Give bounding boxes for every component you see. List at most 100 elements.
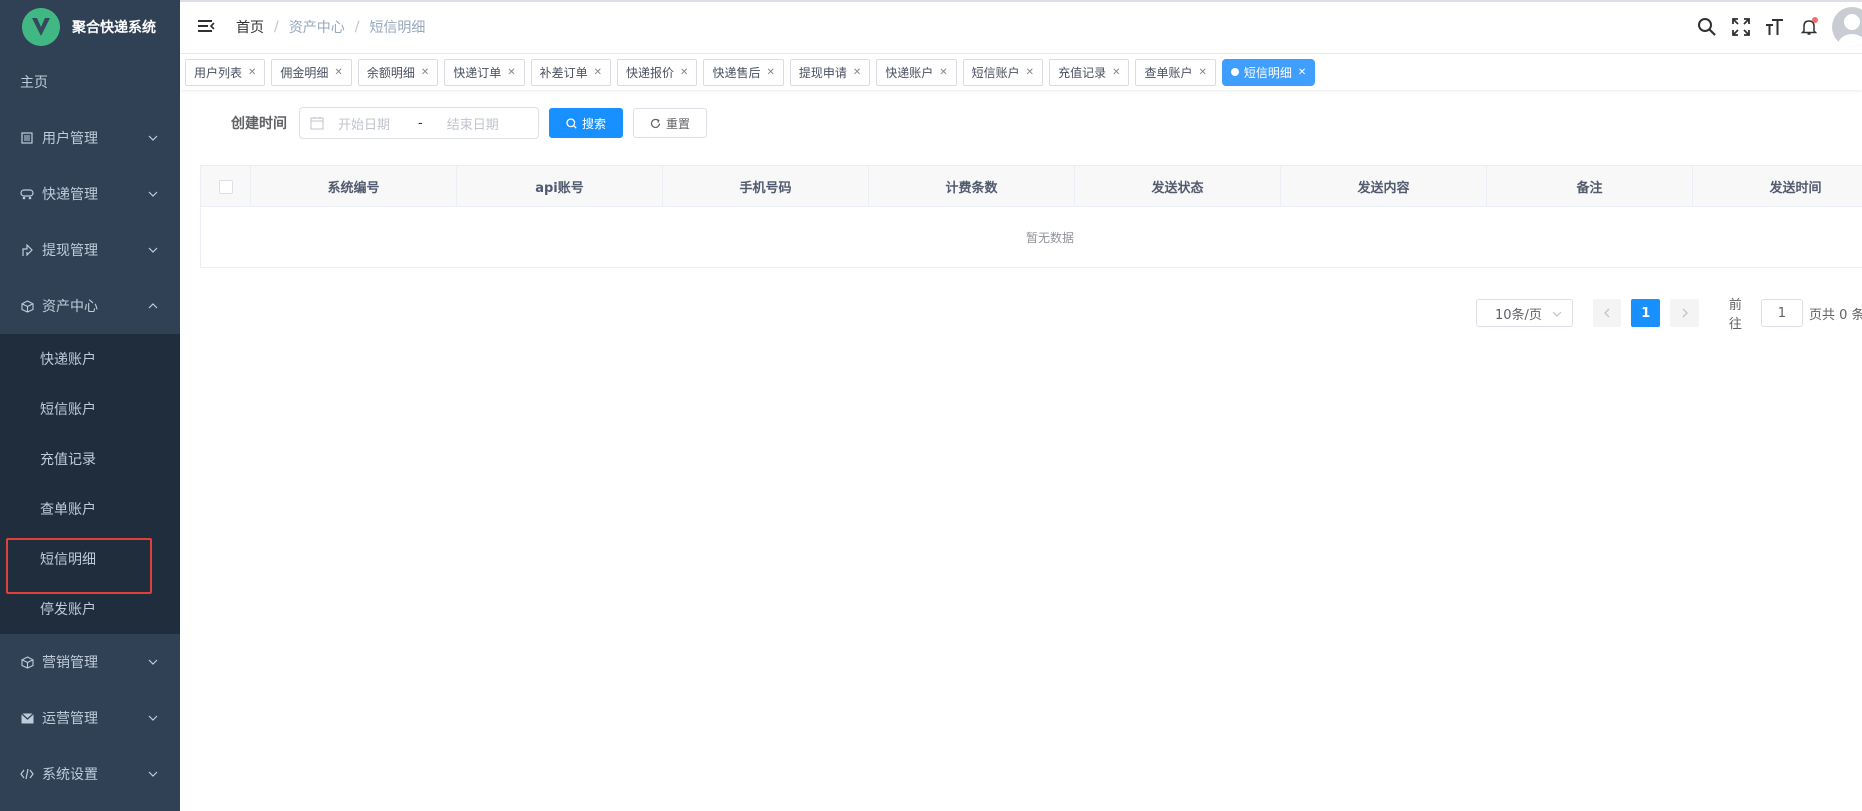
close-icon[interactable]: ✕ (939, 67, 947, 78)
tag-query-account[interactable]: 查单账户 ✕ (1135, 58, 1216, 86)
column-header: 发送内容 (1281, 166, 1487, 207)
tag-balance-detail[interactable]: 余额明细 ✕ (357, 58, 439, 86)
tag-express-aftersale[interactable]: 快递售后 ✕ (703, 58, 784, 86)
range-separator: - (418, 115, 423, 131)
tag-withdraw-apply[interactable]: 提现申请 ✕ (789, 58, 871, 86)
avatar[interactable] (1832, 7, 1862, 47)
empty-text: 暂无数据 (1025, 230, 1074, 245)
chevron-down-icon (1552, 311, 1562, 317)
chevron-down-icon (148, 771, 158, 777)
logo[interactable]: 聚合快递系统 (0, 0, 180, 54)
breadcrumb-home[interactable]: 首页 (236, 17, 264, 37)
sidebar-item-suspended-account[interactable]: 停发账户 (0, 584, 180, 634)
sidebar-item-recharge-record[interactable]: 充值记录 (0, 434, 180, 484)
tag-label: 短信账户 (971, 65, 1020, 80)
next-page-button[interactable] (1670, 299, 1699, 327)
header-actions (1696, 0, 1862, 54)
sidebar-item-marketing[interactable]: 营销管理 (0, 634, 180, 690)
tag-express-quote[interactable]: 快递报价 ✕ (617, 58, 698, 86)
sidebar-item-asset-center[interactable]: 资产中心 (0, 278, 180, 334)
close-icon[interactable]: ✕ (507, 67, 515, 78)
tag-label: 快递报价 (626, 65, 675, 80)
column-header: 发送状态 (1075, 166, 1281, 207)
close-icon[interactable]: ✕ (248, 67, 256, 78)
sidebar-item-system-settings[interactable]: 系统设置 (0, 746, 180, 802)
sidebar-item-label: 资产中心 (42, 299, 98, 315)
sidebar-item-label: 快递账户 (40, 352, 96, 368)
date-range-picker[interactable]: 开始日期 - 结束日期 (299, 107, 539, 139)
tag-express-order[interactable]: 快递订单 ✕ (444, 58, 525, 86)
sidebar-item-express-management[interactable]: 快递管理 (0, 166, 180, 222)
tag-sms-account[interactable]: 短信账户 ✕ (962, 58, 1044, 86)
breadcrumb-separator: / (354, 18, 360, 35)
sidebar-item-label: 用户管理 (42, 131, 98, 147)
sidebar-item-label: 系统设置 (42, 767, 98, 783)
active-dot (1230, 68, 1239, 76)
sidebar-item-label: 查单账户 (40, 502, 96, 518)
column-header: 发送时间 (1693, 166, 1862, 207)
end-date-input[interactable]: 结束日期 (447, 114, 499, 133)
tag-supplement-order[interactable]: 补差订单 ✕ (530, 58, 612, 86)
navbar: 首页 / 资产中心 / 短信明细 (180, 0, 1862, 54)
sidebar-item-sms-account[interactable]: 短信账户 (0, 384, 180, 434)
search-button-label: 搜索 (582, 116, 607, 131)
close-icon[interactable]: ✕ (853, 67, 861, 78)
sidebar-item-label: 停发账户 (40, 602, 96, 618)
search-icon (566, 117, 577, 129)
select-all-checkbox[interactable] (218, 179, 233, 194)
hamburger-icon[interactable] (196, 17, 216, 37)
close-icon[interactable]: ✕ (421, 67, 429, 78)
sidebar-item-withdraw-management[interactable]: 提现管理 (0, 222, 180, 278)
column-header: api账号 (457, 166, 663, 207)
sidebar-item-sms-detail[interactable]: 短信明细 (0, 534, 180, 594)
font-size-icon[interactable] (1764, 16, 1786, 38)
close-icon[interactable]: ✕ (1298, 67, 1306, 78)
sidebar-item-home[interactable]: 主页 (0, 54, 180, 110)
search-button[interactable]: 搜索 (549, 108, 624, 138)
close-icon[interactable]: ✕ (1112, 67, 1120, 78)
sms-detail-table: 系统编号 api账号 手机号码 计费条数 发送状态 发送内容 备注 发送时间 暂… (200, 165, 1862, 268)
page-size-select[interactable]: 10条/页 (1476, 299, 1573, 327)
close-icon[interactable]: ✕ (334, 67, 342, 78)
pagination: 10条/页 1 前往 1 页共 0 条 (1476, 294, 1862, 332)
prev-page-button[interactable] (1592, 299, 1622, 327)
tag-label: 查单账户 (1144, 65, 1193, 80)
sidebar-item-user-management[interactable]: 用户管理 (0, 110, 180, 166)
sidebar-item-label: 充值记录 (40, 452, 96, 468)
close-icon[interactable]: ✕ (680, 67, 688, 78)
column-header: 备注 (1487, 166, 1693, 207)
reset-button[interactable]: 重置 (633, 108, 708, 138)
close-icon[interactable]: ✕ (766, 67, 774, 78)
tag-sms-detail-active[interactable]: 短信明细 ✕ (1221, 58, 1316, 86)
tag-user-list[interactable]: 用户列表 ✕ (185, 58, 266, 86)
goto-page-input[interactable]: 1 (1760, 299, 1804, 327)
sidebar-item-label: 快递管理 (42, 187, 98, 203)
sidebar-item-label: 营销管理 (42, 655, 98, 671)
sidebar-item-label: 主页 (20, 75, 48, 91)
tag-express-account[interactable]: 快递账户 ✕ (876, 58, 957, 86)
tags-view: 用户列表 ✕ 佣金明细 ✕ 余额明细 ✕ 快递订单 ✕ 补差订单 ✕ 快递报价 ✕ 快递售后… (180, 54, 1862, 90)
close-icon[interactable]: ✕ (594, 67, 602, 78)
chevron-down-icon (148, 135, 158, 141)
column-header: 计费条数 (869, 166, 1075, 207)
close-icon[interactable]: ✕ (1198, 67, 1206, 78)
fullscreen-icon[interactable] (1730, 16, 1752, 38)
tag-commission-detail[interactable]: 佣金明细 ✕ (271, 58, 352, 86)
cube-icon (20, 655, 34, 669)
tag-recharge-record[interactable]: 充值记录 ✕ (1049, 58, 1130, 86)
bell-icon[interactable] (1798, 16, 1820, 38)
page-number-current[interactable]: 1 (1631, 299, 1661, 327)
chevron-left-icon (1604, 308, 1610, 318)
close-icon[interactable]: ✕ (1026, 67, 1034, 78)
cube-icon (20, 299, 34, 313)
sidebar-item-express-account[interactable]: 快递账户 (0, 334, 180, 384)
sidebar-item-operations[interactable]: 运营管理 (0, 690, 180, 746)
start-date-input[interactable]: 开始日期 (338, 114, 390, 133)
sidebar-item-query-account[interactable]: 查单账户 (0, 484, 180, 534)
tag-label: 快递账户 (885, 65, 934, 80)
tag-label: 快递订单 (453, 65, 502, 80)
breadcrumb-separator: / (274, 18, 279, 35)
tag-label: 余额明细 (366, 65, 415, 80)
goto-label: 前往 (1728, 298, 1742, 332)
search-icon[interactable] (1696, 16, 1718, 38)
